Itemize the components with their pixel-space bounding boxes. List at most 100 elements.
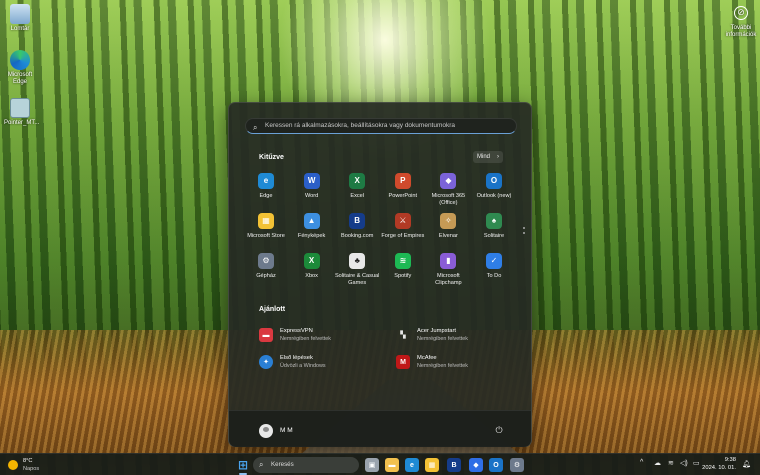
outlook-icon[interactable]: O	[489, 458, 503, 472]
spotify-icon: ≋	[394, 253, 411, 269]
forge-of-empires-icon: ⚔	[394, 213, 411, 229]
pinned-app-photos[interactable]: ▲ Fényképek	[289, 213, 335, 240]
edge-icon: e	[258, 173, 274, 189]
pinned-app-store[interactable]: ▦ Microsoft Store	[243, 213, 289, 240]
pinned-app-label: Solitaire & Casual Games	[334, 273, 380, 286]
recommended-item-acer-jumpstart[interactable]: ▚ Acer Jumpstart Nemrégiben felvettek	[396, 326, 526, 346]
pinned-app-clipchamp[interactable]: ▮ Microsoft Clipchamp	[425, 253, 471, 286]
mcafee-icon: M	[396, 355, 410, 369]
dropbox-icon[interactable]: ◆	[469, 458, 483, 472]
volume-icon[interactable]: ◁)	[680, 459, 688, 467]
tray-app-icon[interactable]: ☁	[654, 459, 661, 467]
taskbar-search-label: Keresés	[271, 461, 294, 468]
all-apps-label: Mind	[477, 154, 491, 160]
pinned-app-label: Word	[304, 193, 319, 199]
pinned-app-xbox[interactable]: X Xbox	[289, 253, 335, 280]
pinned-app-label: Solitaire	[483, 233, 505, 239]
taskbar: 8°C Napos ⊞ ▣ ▬ e ▦ B ◆ O ⚙ ⌕ Keresés ^ ☁ ≋ ◁) ▭…	[0, 453, 760, 475]
word-icon: W	[303, 173, 320, 189]
sun-icon	[8, 460, 18, 470]
recommended-name: McAfee	[417, 355, 437, 361]
user-avatar[interactable]	[259, 424, 273, 438]
pinned-app-word[interactable]: W Word	[289, 173, 335, 200]
chevron-up-icon[interactable]: ^	[640, 459, 643, 466]
clock[interactable]: 9:38 2024. 10. 01.	[702, 456, 736, 472]
acer-jumpstart-icon: ▚	[400, 332, 406, 339]
pinned-app-label: Excel	[350, 193, 365, 199]
start-windows-icon[interactable]: ⊞	[236, 458, 250, 472]
start-search-input[interactable]: ⌕ Keressen rá alkalmazásokra, beállításo…	[245, 118, 517, 134]
xbox-icon: X	[303, 253, 320, 269]
outlook-icon: O	[486, 173, 502, 189]
pinned-app-label: Fényképek	[297, 233, 326, 239]
start-menu-footer: M M ⏻	[229, 410, 531, 447]
microsoft-365-icon: ◆	[440, 173, 457, 189]
recommended-item-mcafee[interactable]: M McAfee Nemrégiben felvettek	[396, 353, 526, 373]
pinned-app-label: Elvenar	[438, 233, 458, 239]
pinned-app-label: Gépház	[256, 273, 276, 279]
recommended-name: ExpressVPN	[280, 328, 313, 334]
todo-check-icon: ✓	[486, 253, 502, 269]
page-indicator[interactable]	[523, 227, 526, 237]
pinned-app-solitaire-cards[interactable]: ♣ Solitaire & Casual Games	[334, 253, 380, 286]
recycle-bin-icon	[10, 4, 30, 24]
get-started-icon: ✦	[259, 355, 273, 369]
settings-gear-icon[interactable]: ⚙	[510, 458, 524, 472]
clipchamp-icon: ▮	[440, 253, 457, 269]
pinned-title: Kitűzve	[259, 154, 284, 161]
pinned-app-excel[interactable]: X Excel	[334, 173, 380, 200]
pinned-app-solitaire[interactable]: ♠ Solitaire	[471, 213, 517, 240]
store-icon[interactable]: ▦	[425, 458, 439, 472]
pinned-app-outlook[interactable]: O Outlook (new)	[471, 173, 517, 200]
pinned-app-label: PowerPoint	[388, 193, 418, 199]
pinned-app-edge[interactable]: e Edge	[243, 173, 289, 200]
search-icon: ⌕	[259, 460, 264, 469]
start-menu: ⌕ Keressen rá alkalmazásokra, beállításo…	[228, 102, 532, 447]
wifi-icon[interactable]: ≋	[668, 459, 674, 467]
pinned-app-label: Spotify	[394, 273, 412, 279]
pinned-app-todo-check[interactable]: ✓ To Do	[471, 253, 517, 280]
pinned-app-microsoft-365[interactable]: ◆ Microsoft 365 (Office)	[425, 173, 471, 206]
pinned-app-elvenar[interactable]: ✧ Elvenar	[425, 213, 471, 240]
desktop-icon-label: Lomtár	[10, 26, 30, 32]
task-view-icon[interactable]: ▣	[365, 458, 379, 472]
pinned-app-powerpoint[interactable]: P PowerPoint	[380, 173, 426, 200]
edge-icon[interactable]: e	[405, 458, 419, 472]
edge-icon	[10, 50, 30, 70]
weather-condition: Napos	[23, 466, 40, 472]
recommended-name: Acer Jumpstart	[417, 328, 456, 334]
recommended-sub: Nemrégiben felvettek	[417, 363, 468, 369]
clock-date: 2024. 10. 01.	[702, 465, 736, 471]
pointer-app-icon	[10, 98, 30, 118]
power-icon[interactable]: ⏻	[493, 424, 505, 436]
chevron-right-icon: ›	[497, 154, 499, 160]
powerpoint-icon: P	[394, 173, 411, 189]
desktop-icon-pointer[interactable]: Pointer_MT...	[4, 98, 40, 127]
recommended-name: Első lépések	[280, 355, 313, 361]
photos-icon: ▲	[303, 213, 320, 229]
taskbar-search[interactable]: ⌕ Keresés	[253, 457, 359, 473]
all-apps-button[interactable]: Mind ›	[473, 151, 503, 163]
pinned-app-forge-of-empires[interactable]: ⚔ Forge of Empires	[380, 213, 426, 240]
desktop-icon-edge[interactable]: Microsoft Edge	[4, 50, 36, 86]
pinned-app-settings-gear[interactable]: ⚙ Gépház	[243, 253, 289, 280]
info-circle-icon: ⊘	[734, 6, 748, 20]
pinned-app-booking[interactable]: B Booking.com	[334, 213, 380, 240]
recommended-sub: Nemrégiben felvettek	[280, 336, 331, 342]
notification-bell-icon[interactable]: 🔔︎	[742, 460, 751, 468]
battery-icon[interactable]: ▭	[693, 459, 700, 467]
booking-icon: B	[349, 213, 366, 229]
more-info-widget[interactable]: ⊘ További információk	[724, 6, 758, 39]
file-explorer-icon[interactable]: ▬	[385, 458, 399, 472]
desktop-icon-label: Pointer_MT...	[4, 120, 40, 126]
pinned-app-label: Microsoft Store	[247, 233, 285, 239]
pinned-app-label: To Do	[486, 273, 502, 279]
booking-icon[interactable]: B	[447, 458, 461, 472]
more-info-label: További információk	[725, 25, 757, 38]
desktop-icon-recycle-bin[interactable]: Lomtár	[4, 4, 36, 33]
recommended-item-get-started[interactable]: ✦ Első lépések Üdvözli a Windows	[259, 353, 389, 373]
user-name[interactable]: M M	[280, 427, 293, 434]
recommended-item-expressvpn[interactable]: ▬ ExpressVPN Nemrégiben felvettek	[259, 326, 389, 346]
desktop-icon-label: Microsoft Edge	[7, 72, 33, 85]
pinned-app-spotify[interactable]: ≋ Spotify	[380, 253, 426, 280]
